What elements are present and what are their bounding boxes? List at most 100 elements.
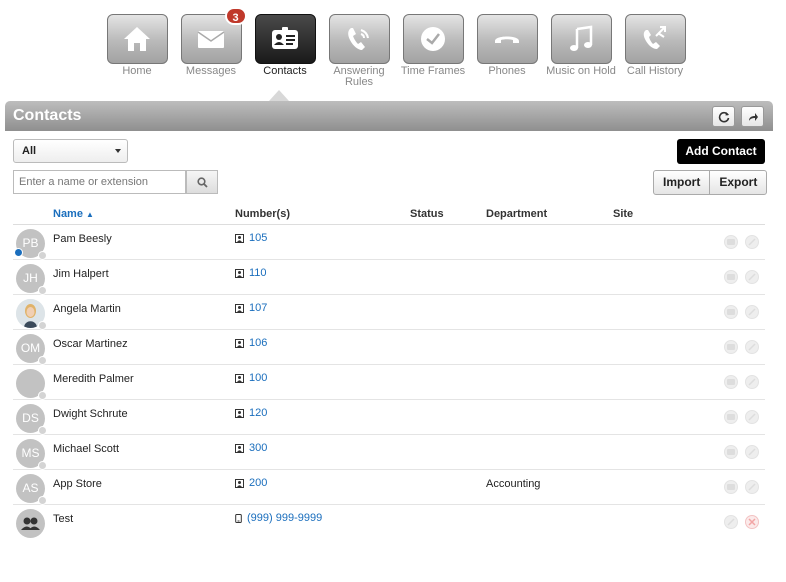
- contact-number-link[interactable]: 105: [235, 232, 267, 244]
- table-row[interactable]: MS Michael Scott 300: [13, 435, 765, 470]
- export-button[interactable]: Export: [709, 171, 766, 194]
- nav-phones-tile[interactable]: [476, 14, 538, 64]
- contact-card-icon: [272, 27, 298, 49]
- nav-label: Time Frames: [400, 65, 466, 77]
- table-row[interactable]: JH Jim Halpert 110: [13, 260, 765, 295]
- contact-number-link[interactable]: 106: [235, 337, 267, 349]
- column-header-status: Status: [410, 208, 444, 220]
- nav-contacts-tile[interactable]: [254, 14, 316, 64]
- table-row[interactable]: Meredith Palmer 100: [13, 365, 765, 400]
- call-button[interactable]: [724, 515, 738, 529]
- contact-number-link[interactable]: 200: [235, 477, 267, 489]
- column-header-numbers: Number(s): [235, 208, 291, 220]
- avatar-group: [16, 509, 45, 538]
- chat-button[interactable]: [724, 480, 738, 494]
- nav-call-history[interactable]: Call History: [618, 14, 692, 88]
- chat-button[interactable]: [724, 410, 738, 424]
- call-icon: [748, 273, 756, 281]
- call-button[interactable]: [745, 445, 759, 459]
- call-icon: [748, 413, 756, 421]
- chat-button[interactable]: [724, 270, 738, 284]
- nav-home[interactable]: Home: [100, 14, 174, 88]
- import-button[interactable]: Import: [654, 171, 709, 194]
- nav-contacts[interactable]: Contacts: [248, 14, 322, 88]
- call-button[interactable]: [745, 375, 759, 389]
- call-button[interactable]: [745, 410, 759, 424]
- contact-number-link[interactable]: 120: [235, 407, 267, 419]
- extension-icon: [235, 338, 244, 348]
- call-icon: [748, 378, 756, 386]
- contact-number: 110: [249, 267, 267, 279]
- chat-button[interactable]: [724, 305, 738, 319]
- call-button[interactable]: [745, 270, 759, 284]
- contact-number-link[interactable]: 300: [235, 442, 267, 454]
- contact-name: App Store: [53, 478, 102, 490]
- nav-answering-rules-tile[interactable]: [328, 14, 390, 64]
- call-button[interactable]: [745, 305, 759, 319]
- nav-home-tile[interactable]: [106, 14, 168, 64]
- contact-number-link[interactable]: 107: [235, 302, 267, 314]
- chat-icon: [727, 484, 735, 490]
- add-contact-button[interactable]: Add Contact: [677, 139, 765, 164]
- home-icon: [124, 27, 150, 51]
- search-button[interactable]: [186, 170, 218, 194]
- nav-messages[interactable]: 3 Messages: [174, 7, 248, 88]
- chat-button[interactable]: [724, 375, 738, 389]
- nav-time-frames[interactable]: Time Frames: [396, 14, 470, 88]
- top-nav: Home 3 Messages Contacts Answering Rules…: [100, 7, 692, 88]
- nav-music-on-hold[interactable]: Music on Hold: [544, 14, 618, 88]
- contact-name: Pam Beesly: [53, 233, 112, 245]
- search-input[interactable]: [13, 170, 186, 194]
- chat-icon: [727, 274, 735, 280]
- contact-number-link[interactable]: 100: [235, 372, 267, 384]
- share-arrow-icon: [748, 112, 758, 121]
- chat-button[interactable]: [724, 235, 738, 249]
- nav-time-frames-tile[interactable]: [402, 14, 464, 64]
- chat-button[interactable]: [724, 445, 738, 459]
- nav-label: Messages: [185, 65, 237, 77]
- call-history-icon: [643, 26, 666, 49]
- contact-number-link[interactable]: (999) 999-9999: [235, 512, 322, 524]
- call-icon: [727, 518, 735, 526]
- delete-contact-button[interactable]: [745, 515, 759, 529]
- mobile-phone-icon: [235, 513, 242, 523]
- nav-call-history-tile[interactable]: [624, 14, 686, 64]
- call-icon: [748, 448, 756, 456]
- contact-filter-select[interactable]: All: [13, 139, 128, 163]
- table-row[interactable]: Angela Martin 107: [13, 295, 765, 330]
- table-row[interactable]: PB Pam Beesly 105: [13, 225, 765, 260]
- table-row[interactable]: AS App Store 200 Accounting: [13, 470, 765, 505]
- chat-icon: [727, 449, 735, 455]
- column-header-name[interactable]: Name ▲: [53, 208, 94, 220]
- table-row[interactable]: DS Dwight Schrute 120: [13, 400, 765, 435]
- contact-number-link[interactable]: 110: [235, 267, 267, 279]
- nav-phones[interactable]: Phones: [470, 14, 544, 88]
- contact-name: Dwight Schrute: [53, 408, 128, 420]
- share-button[interactable]: [741, 106, 764, 127]
- call-button[interactable]: [745, 235, 759, 249]
- chevron-down-icon: [115, 149, 121, 153]
- call-icon: [748, 238, 756, 246]
- refresh-icon: [718, 111, 729, 122]
- nav-messages-tile[interactable]: 3: [180, 7, 247, 64]
- table-row[interactable]: OM Oscar Martinez 106: [13, 330, 765, 365]
- chat-icon: [727, 414, 735, 420]
- refresh-button[interactable]: [712, 106, 735, 127]
- status-indicator: [38, 426, 47, 435]
- contact-number: (999) 999-9999: [247, 512, 323, 524]
- call-icon: [748, 308, 756, 316]
- status-indicator: [38, 496, 47, 505]
- phone-rules-icon: [348, 28, 369, 50]
- nav-answering-rules[interactable]: Answering Rules: [322, 14, 396, 88]
- table-row[interactable]: Test (999) 999-9999: [13, 505, 765, 540]
- nav-label: Contacts: [263, 65, 307, 77]
- call-button[interactable]: [745, 340, 759, 354]
- contact-number: 200: [249, 477, 268, 489]
- call-button[interactable]: [745, 480, 759, 494]
- column-header-name-label: Name: [53, 208, 83, 220]
- extension-icon: [235, 373, 244, 383]
- sort-ascending-icon: ▲: [86, 210, 94, 219]
- chat-button[interactable]: [724, 340, 738, 354]
- nav-music-on-hold-tile[interactable]: [550, 14, 612, 64]
- group-icon: [21, 517, 40, 530]
